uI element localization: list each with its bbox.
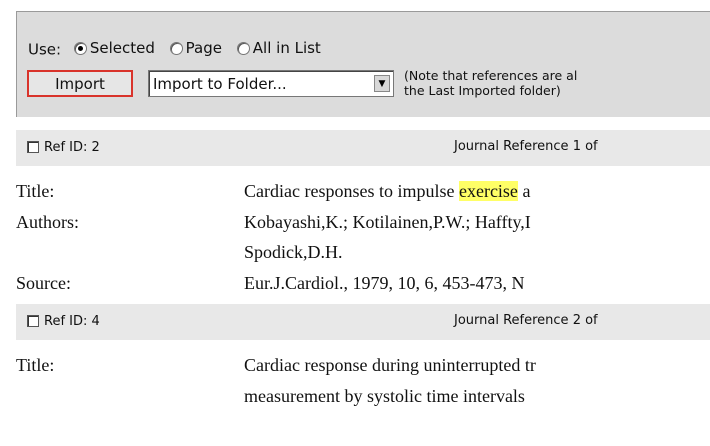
import-toolbar: Use: Selected Page All in List Import Im… — [16, 11, 710, 117]
ref-id-1: Ref ID: 2 — [44, 140, 100, 155]
note-line-2: the Last Imported folder) — [404, 83, 561, 98]
radio-selected-icon[interactable] — [73, 41, 87, 55]
title-part-1: Cardiac responses to impulse — [244, 181, 459, 201]
use-options: Use: Selected Page All in List — [28, 39, 331, 59]
ref-id-2: Ref ID: 4 — [44, 314, 100, 329]
title-value-1: Cardiac responses to impulse exercise a — [244, 181, 710, 202]
authors-label-1: Authors: — [16, 212, 79, 232]
import-button[interactable]: Import — [27, 70, 133, 97]
source-value-1: Eur.J.Cardiol., 1979, 10, 6, 453-473, N — [244, 273, 525, 293]
title-label-2: Title: — [16, 355, 55, 375]
note-line-1: (Note that references are al — [404, 68, 578, 83]
title-line-1: Cardiac response during uninterrupted tr — [244, 355, 536, 375]
radio-selected-label: Selected — [89, 39, 155, 57]
chevron-down-icon[interactable]: ▼ — [374, 75, 390, 92]
import-note: (Note that references are al the Last Im… — [404, 68, 710, 98]
radio-all-label: All in List — [252, 39, 321, 57]
ref-checkbox-1[interactable] — [27, 141, 39, 153]
title-part-2: a — [517, 181, 531, 201]
search-highlight: exercise — [458, 181, 518, 201]
radio-page[interactable]: Page — [169, 39, 222, 57]
use-label: Use: — [28, 40, 62, 59]
radio-all-icon[interactable] — [236, 41, 250, 55]
ref-header-1: Ref ID: 2 Journal Reference 1 of — [16, 130, 710, 166]
radio-page-icon[interactable] — [169, 41, 183, 55]
source-label-1: Source: — [16, 273, 71, 293]
folder-select[interactable]: Import to Folder... ▼ — [148, 70, 394, 97]
title-label-1: Title: — [16, 181, 55, 201]
journal-ref-2: Journal Reference 2 of — [454, 313, 598, 328]
authors-line-2: Spodick,D.H. — [244, 242, 343, 262]
ref-header-2: Ref ID: 4 Journal Reference 2 of — [16, 304, 710, 340]
authors-line-1: Kobayashi,K.; Kotilainen,P.W.; Haffty,I — [244, 212, 531, 232]
radio-selected[interactable]: Selected — [73, 39, 155, 57]
title-line-2: measurement by systolic time intervals — [244, 386, 525, 406]
journal-ref-1: Journal Reference 1 of — [454, 139, 598, 154]
radio-page-label: Page — [185, 39, 222, 57]
ref-checkbox-2[interactable] — [27, 315, 39, 327]
folder-select-value: Import to Folder... — [153, 74, 287, 93]
radio-all-in-list[interactable]: All in List — [236, 39, 321, 57]
